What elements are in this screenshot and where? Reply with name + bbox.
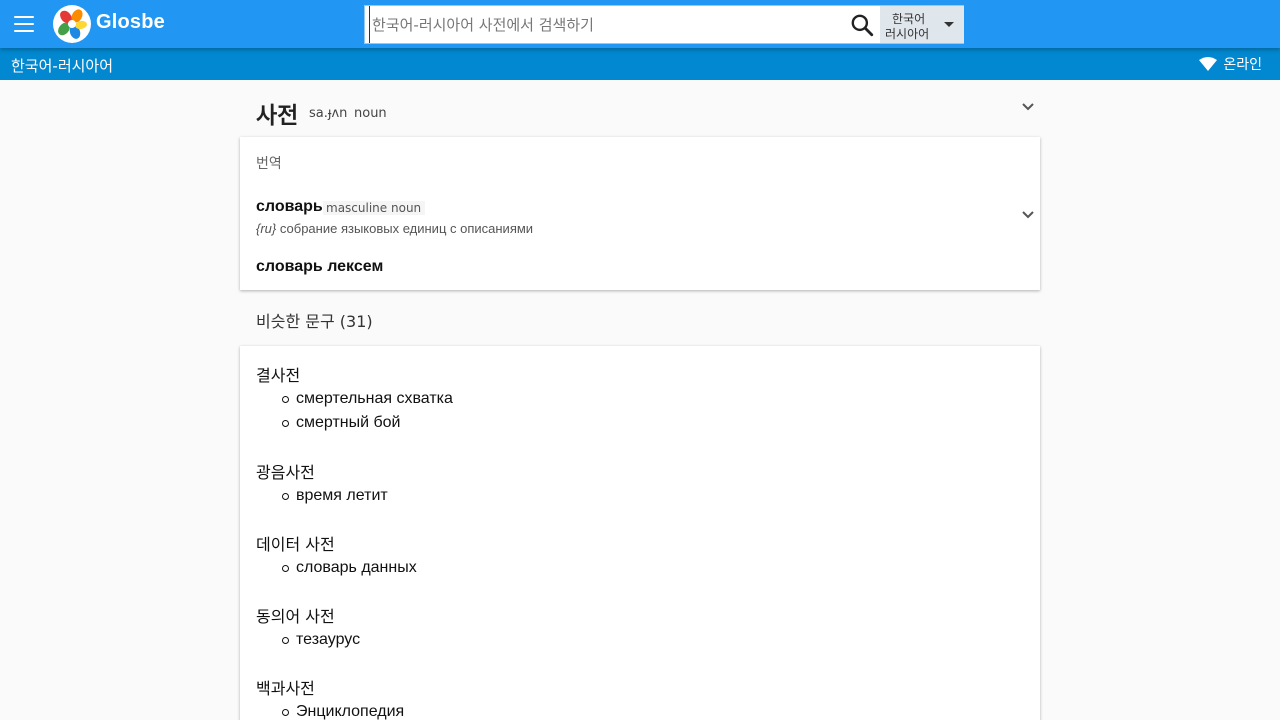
translations-card: 번역 словарь masculine noun {ru} собрание … — [240, 137, 1040, 290]
translation-word[interactable]: словарь — [256, 198, 323, 216]
phrase-targets: Энциклопедия — [282, 700, 1016, 720]
menu-icon[interactable] — [14, 16, 34, 32]
phrase-target[interactable]: смертельная схватка — [282, 387, 1016, 411]
phrase-group: 백과사전 Энциклопедия — [256, 678, 1016, 720]
top-bar: Glosbe 한국어 러시아어 — [0, 0, 1280, 48]
search-input[interactable] — [369, 6, 839, 43]
phrase-target[interactable]: тезаурус — [282, 628, 1016, 652]
caret-down-icon — [944, 22, 954, 27]
lang-to-label: 러시아어 — [885, 27, 930, 41]
similar-phrases-card: 결사전 смертельная схватка смертный бой 광음사… — [240, 346, 1040, 720]
definition-lang: {ru} — [256, 221, 277, 236]
phrase-source[interactable]: 결사전 — [256, 365, 1016, 387]
headword-row: 사전 sa.ɟʌn noun — [256, 96, 1036, 129]
phrase-source[interactable]: 데이터 사전 — [256, 534, 1016, 556]
phrase-source[interactable]: 백과사전 — [256, 678, 1016, 700]
phrase-targets: время летит — [282, 484, 1016, 508]
phrase-target[interactable]: словарь данных — [282, 556, 1016, 580]
headword: 사전 — [256, 103, 299, 129]
definition-text: собрание языковых единиц с описаниями — [279, 221, 534, 236]
phrase-targets: смертельная схватка смертный бой — [282, 387, 1016, 435]
chevron-down-icon[interactable] — [1021, 100, 1035, 114]
online-status-label: 온라인 — [1223, 57, 1262, 73]
online-status: 온라인 — [1199, 55, 1262, 73]
translation-item: словарь masculine noun {ru} собрание язы… — [256, 198, 1034, 238]
language-pair-select[interactable]: 한국어 러시아어 — [880, 6, 964, 43]
brand-name[interactable]: Glosbe — [96, 11, 165, 34]
phrase-group: 광음사전 время летит — [256, 462, 1016, 508]
translation-pos-tag: noun — [387, 201, 426, 215]
dictionary-title[interactable]: 한국어-러시아어 — [11, 55, 113, 76]
part-of-speech: noun — [354, 106, 387, 121]
search-icon[interactable] — [849, 12, 875, 38]
search-box: 한국어 러시아어 — [364, 5, 964, 44]
phrase-target[interactable]: смертный бой — [282, 411, 1016, 435]
phrase-targets: тезаурус — [282, 628, 1016, 652]
glosbe-logo-icon[interactable] — [53, 5, 91, 43]
phonetic: sa.ɟʌn — [309, 106, 348, 121]
sub-bar: 한국어-러시아어 온라인 — [0, 48, 1280, 80]
translation-word-2[interactable]: словарь лексем — [256, 258, 383, 276]
similar-phrases-title: 비슷한 문구 (31) — [256, 312, 373, 331]
chevron-down-icon[interactable] — [1021, 208, 1035, 222]
gender-tag: masculine — [323, 201, 391, 215]
phrase-target[interactable]: время летит — [282, 484, 1016, 508]
wifi-icon — [1199, 57, 1218, 71]
translation-definition: {ru} собрание языковых единиц с описания… — [256, 221, 533, 236]
phrase-group: 데이터 사전 словарь данных — [256, 534, 1016, 580]
phrase-target[interactable]: Энциклопедия — [282, 700, 1016, 720]
phrase-group: 동의어 사전 тезаурус — [256, 606, 1016, 652]
translations-label: 번역 — [256, 156, 282, 172]
phrase-source[interactable]: 동의어 사전 — [256, 606, 1016, 628]
phrase-group: 결사전 смертельная схватка смертный бой — [256, 365, 1016, 435]
phrase-source[interactable]: 광음사전 — [256, 462, 1016, 484]
phrase-targets: словарь данных — [282, 556, 1016, 580]
